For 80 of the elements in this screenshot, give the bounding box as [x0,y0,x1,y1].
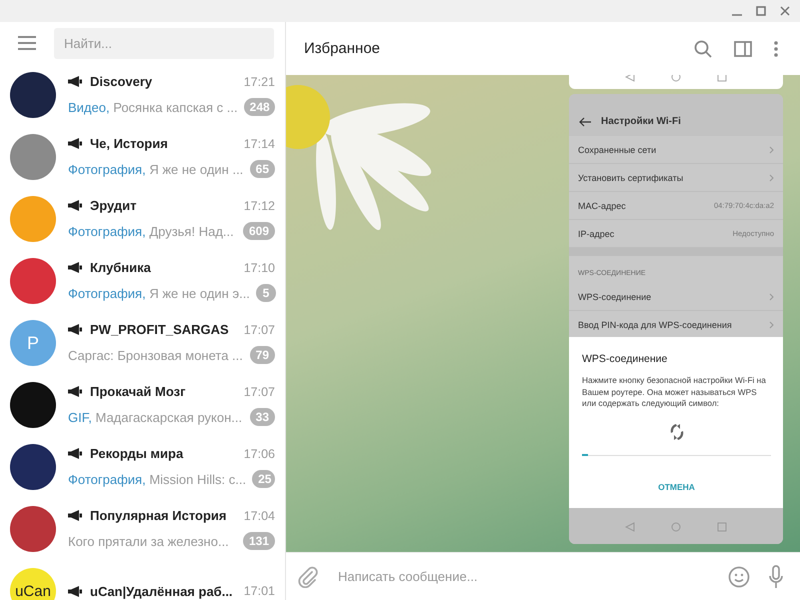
chat-name: Эрудит [90,198,137,213]
chat-name: uCan|Удалённая раб... [90,584,233,598]
chat-name: Discovery [90,74,152,89]
message-preview: Фотография, Я же не один ... [68,162,244,176]
message-preview: Саргас: Бронзовая монета ... [68,348,244,362]
back-arrow-icon [579,116,591,127]
chat-item[interactable]: P PW_PROFIT_SARGAS 17:07 Саргас: Бронзовая монета ... 79 [0,312,285,374]
megaphone-icon [68,324,82,335]
unread-count: 609 [242,222,275,240]
setting-label: MAC-адрес [578,200,626,211]
setting-label: IP-адрес [578,228,614,239]
megaphone-icon [68,200,82,211]
chat-name: Рекорды мира [90,446,184,461]
megaphone-icon [68,510,82,521]
microphone-icon[interactable] [768,564,784,588]
message-preview: Фотография, Друзья! Над... [68,224,235,238]
chat-name: Че, История [90,136,168,151]
chat-item[interactable]: Че, История 17:14 Фотография, Я же не один ... 65 [0,126,285,188]
message-preview: Фотография, Mission Hills: c... [68,472,246,486]
setting-label: Сохраненные сети [578,144,656,155]
chat-item[interactable]: Прокачай Мозг 17:07 GIF, Мадагаскарская рукон... 33 [0,374,285,436]
setting-label: WPS-соединение [578,292,652,302]
chevron-icon [769,320,774,329]
dialog-title: WPS-соединение [582,353,668,366]
chat-time: 17:06 [244,446,275,460]
chat-item[interactable]: Эрудит 17:12 Фотография, Друзья! Над... 609 [0,188,285,250]
megaphone-icon [68,138,82,149]
chat-item[interactable]: Discovery 17:21 Видео, Росянка капская с ... 248 [0,64,285,126]
chat-time: 17:12 [244,198,275,212]
megaphone-icon [68,386,82,397]
message-preview: Видео, Росянка капская с ... [68,100,238,114]
dialog-text: Нажмите кнопку безопасной настройки Wi-Fi на Вашем роутере. Она может называться WPS или содержать следующий символ: [582,375,767,409]
emoji-icon[interactable] [728,566,750,588]
setting-label: Установить сертификаты [578,172,684,183]
chat-time: 17:14 [244,136,275,150]
chat-item[interactable]: Рекорды мира 17:06 Фотография, Mission Hills: c... 25 [0,436,285,498]
megaphone-icon [68,262,82,273]
megaphone-icon [68,586,82,596]
unread-count: 131 [242,532,275,550]
search-field[interactable]: Найти... [54,28,274,58]
chat-name: Популярная История [90,508,226,523]
unread-count: 25 [252,470,275,488]
sidebar-toggle-icon[interactable] [734,40,752,56]
chat-time: 17:07 [244,322,275,336]
chat-name: Клубника [90,260,151,275]
unread-count: 33 [250,408,275,426]
unread-count: 79 [250,346,275,364]
maximize-icon[interactable] [756,6,766,16]
wps-icon [668,423,684,441]
chevron-icon [769,146,774,154]
chat-item[interactable]: Популярная История 17:04 Кого прятали за железно... 131 [0,498,285,560]
chat-time: 17:07 [244,384,275,398]
chat-time: 17:04 [244,508,275,522]
message-preview: Фотография, Я же не один э... [68,286,250,300]
chat-time: 17:21 [244,74,275,88]
avatar: uCan [10,568,56,600]
setting-label: Ввод PIN-кода для WPS-соединения [578,320,732,330]
more-menu-icon[interactable] [774,40,778,56]
avatar: P [10,320,56,366]
unread-count: 65 [250,160,275,178]
menu-icon[interactable] [18,36,36,50]
search-icon[interactable] [694,40,712,58]
chevron-icon [769,292,774,301]
megaphone-icon [68,448,82,459]
chat-item[interactable]: uCan uCan|Удалённая раб... 17:01 [0,560,285,600]
message-preview: GIF, Мадагаскарская рукон... [68,410,244,424]
chat-time: 17:01 [244,584,275,598]
megaphone-icon [68,76,82,87]
chat-title: Избранное [304,40,380,57]
chevron-icon [769,174,774,182]
paperclip-icon[interactable] [298,566,318,588]
chat-time: 17:10 [244,260,275,274]
chat-name: PW_PROFIT_SARGAS [90,322,229,337]
chat-item[interactable]: Клубника 17:10 Фотография, Я же не один э... 5 [0,250,285,312]
settings-title: Настройки Wi-Fi [601,116,681,128]
message-preview: Кого прятали за железно... [68,534,230,548]
unread-count: 248 [244,98,275,116]
chat-name: Прокачай Мозг [90,384,186,399]
close-icon[interactable] [780,6,790,16]
unread-count: 5 [256,284,276,302]
